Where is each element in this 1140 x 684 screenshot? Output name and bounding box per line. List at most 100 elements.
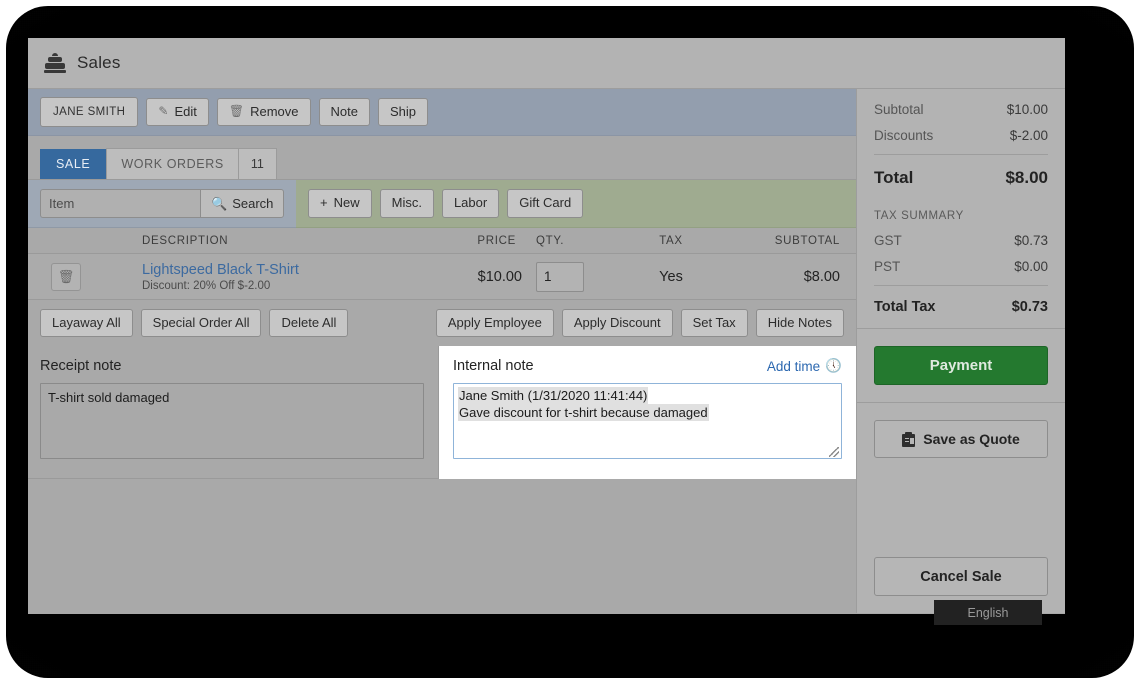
new-item-label: New [333,195,360,211]
item-search-group: 🔍 Search [40,189,285,218]
window-titlebar: Sales [28,38,1065,89]
left-filler [28,479,856,608]
totals-divider [874,154,1048,155]
subtotal-row: Subtotal $10.00 [874,102,1048,117]
search-icon: 🔍 [211,195,228,211]
payment-section: Payment [857,329,1065,402]
save-as-quote-button[interactable]: Save as Quote [874,420,1048,458]
ship-button[interactable]: Ship [377,97,428,127]
gst-value: $0.73 [1014,233,1048,248]
item-search-zone: 🔍 Search [28,180,296,228]
apply-employee-button[interactable]: Apply Employee [435,308,554,338]
add-time-button[interactable]: Add time 🕔 [767,358,842,374]
customer-name-button[interactable]: JANE SMITH [40,96,139,128]
search-button[interactable]: 🔍 Search [200,189,285,218]
header-subtotal: SUBTOTAL [774,234,840,247]
labor-item-button[interactable]: Labor [441,189,500,218]
sale-tabs: SALE WORK ORDERS 11 [28,136,856,180]
customer-bar: JANE SMITH ✎ Edit 🗑 Remove Note Ship [28,89,856,136]
totals-section: Subtotal $10.00 Discounts $-2.00 Total $… [857,89,1065,328]
pencil-icon: ✎ [158,104,169,119]
subtotal-value: $10.00 [1006,102,1048,117]
header-tax: TAX [659,234,683,247]
line-item-name[interactable]: Lightspeed Black T-Shirt [142,262,414,278]
tab-work-orders[interactable]: WORK ORDERS [106,148,239,179]
misc-item-button[interactable]: Misc. [379,189,434,218]
line-item-price: $10.00 [477,268,522,285]
total-tax-value: $0.73 [1011,299,1048,315]
internal-note-input[interactable]: Jane Smith (1/31/2020 11:41:44) Gave dis… [453,383,842,459]
tax-divider [874,285,1048,286]
discounts-row: Discounts $-2.00 [874,128,1048,143]
row-qty-cell [522,261,606,292]
sale-main-column: JANE SMITH ✎ Edit 🗑 Remove Note Ship SAL… [28,89,856,613]
gst-label: GST [874,233,902,248]
line-item-subtotal: $8.00 [803,268,840,285]
special-order-all-button[interactable]: Special Order All [140,308,262,338]
save-as-quote-label: Save as Quote [923,431,1020,447]
total-tax-label: Total Tax [874,299,936,315]
quantity-input[interactable] [536,261,584,292]
customer-note-button[interactable]: Note [318,97,370,127]
trash-icon[interactable]: 🗑 [51,262,81,291]
edit-customer-button[interactable]: ✎ Edit [146,97,209,127]
header-description: DESCRIPTION [142,234,229,247]
internal-note-line-2: Gave discount for t-shirt because damage… [458,404,709,421]
receipt-note-panel: Receipt note [28,346,439,479]
search-button-label: Search [232,196,274,211]
pst-value: $0.00 [1014,259,1048,274]
search-input[interactable] [40,189,200,218]
remove-customer-label: Remove [250,103,299,119]
receipt-note-label: Receipt note [40,358,122,374]
resize-grip-icon[interactable] [829,447,839,457]
tax-row-gst: GST $0.73 [874,233,1048,248]
internal-note-panel: Internal note Add time 🕔 Jane Smith (1/3… [439,346,856,479]
page-title: Sales [77,53,121,72]
total-tax-row: Total Tax $0.73 [874,299,1048,315]
gift-card-button[interactable]: Gift Card [507,189,584,218]
item-entry-row: 🔍 Search + New Misc. Labor Gift Card [28,180,856,228]
payment-button[interactable]: Payment [874,346,1048,385]
receipt-note-header: Receipt note [40,358,424,374]
header-price: PRICE [477,234,516,247]
internal-note-text: Jane Smith (1/31/2020 11:41:44) Gave dis… [458,387,837,421]
language-badge[interactable]: English [934,600,1042,625]
sale-action-bar: Layaway All Special Order All Delete All… [28,300,856,346]
notes-area: Receipt note Internal note Add time 🕔 [28,346,856,479]
add-time-label: Add time [766,358,821,374]
total-value: $8.00 [1005,168,1048,187]
work-orders-count-badge[interactable]: 11 [237,148,277,179]
layaway-all-button[interactable]: Layaway All [40,308,133,338]
apply-discount-button[interactable]: Apply Discount [561,308,673,338]
discounts-value: $-2.00 [1009,128,1048,143]
table-row: 🗑 Lightspeed Black T-Shirt Discount: 20%… [28,254,856,300]
internal-note-line-1: Jane Smith (1/31/2020 11:41:44) [458,387,649,404]
sales-window: Sales JANE SMITH ✎ Edit 🗑 Remove Note Sh… [28,38,1065,614]
set-tax-button[interactable]: Set Tax [680,308,748,338]
tab-sale[interactable]: SALE [40,149,107,179]
line-item-discount: Discount: 20% Off $-2.00 [142,279,271,292]
window-body: JANE SMITH ✎ Edit 🗑 Remove Note Ship SAL… [28,89,1065,613]
total-row: Total $8.00 [874,168,1048,188]
hide-notes-button[interactable]: Hide Notes [755,308,844,338]
internal-note-label: Internal note [453,358,534,374]
plus-icon: + [320,195,328,211]
cash-register-icon [44,53,66,73]
remove-customer-button[interactable]: 🗑 Remove [216,97,311,127]
delete-all-button[interactable]: Delete All [269,308,349,338]
quick-add-zone: + New Misc. Labor Gift Card [296,180,856,228]
receipt-note-input[interactable] [40,383,424,459]
clock-icon: 🕔 [825,358,842,373]
subtotal-label: Subtotal [874,102,924,117]
line-item-tax: Yes [659,268,683,285]
row-description-cell: Lightspeed Black T-Shirt Discount: 20% O… [104,262,414,292]
cancel-sale-button[interactable]: Cancel Sale [874,557,1048,596]
internal-note-header: Internal note Add time 🕔 [453,358,842,374]
new-item-button[interactable]: + New [308,189,372,218]
quote-section: Save as Quote [857,403,1065,475]
pst-label: PST [874,259,901,274]
edit-customer-label: Edit [174,103,197,119]
total-label: Total [874,168,914,187]
totals-sidebar: Subtotal $10.00 Discounts $-2.00 Total $… [856,89,1065,613]
